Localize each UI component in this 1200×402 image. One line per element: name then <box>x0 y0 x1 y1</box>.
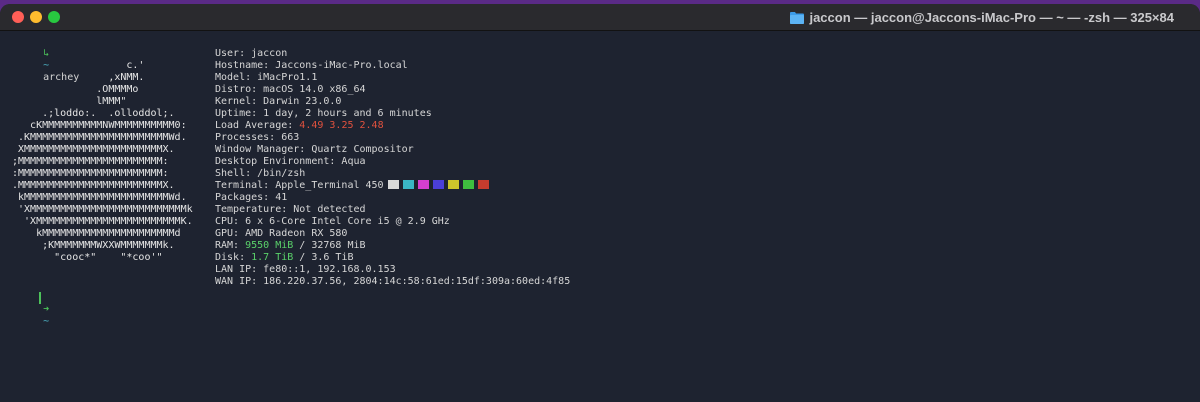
disk-total: / 3.6 TiB <box>293 252 354 263</box>
logo-line: .MMMMMMMMMMMMMMMMMMMMMMMMX. <box>12 180 175 191</box>
logo-line: c.' <box>12 60 145 71</box>
zoom-button[interactable] <box>48 11 60 23</box>
info-shell: Shell: /bin/zsh <box>215 168 306 179</box>
text-cursor[interactable] <box>39 292 41 304</box>
load-label: Load Average: <box>215 120 300 131</box>
info-distro: Distro: macOS 14.0 x86_64 <box>215 84 366 95</box>
terminal-label: Terminal: Apple_Terminal 450 <box>215 180 384 191</box>
logo-line: lMMM" <box>12 96 127 107</box>
logo-line: .KMMMMMMMMMMMMMMMMMMMMMMMWd. <box>12 132 187 143</box>
color-swatch <box>447 180 459 189</box>
minimize-button[interactable] <box>30 11 42 23</box>
ram-label: RAM: <box>215 240 246 251</box>
logo-line: .OMMMMo <box>12 84 139 95</box>
info-model: Model: iMacPro1.1 <box>215 72 318 83</box>
logo-line: "cooc*" "*coo'" <box>12 252 163 263</box>
info-ram: RAM: 9550 MiB / 32768 MiB <box>215 240 366 252</box>
prompt-cwd: ~ <box>43 316 50 327</box>
info-load-average: Load Average: 4.49 3.25 2.48 <box>215 120 384 132</box>
color-palette <box>384 180 489 191</box>
logo-line: .;loddo:. .olloddol;. <box>12 108 175 119</box>
prompt-line[interactable]: ➜ ~ <box>7 292 49 340</box>
color-swatch <box>417 180 429 189</box>
info-temperature: Temperature: Not detected <box>215 204 366 215</box>
window-title-wrap: jaccon — jaccon@Jaccons-iMac-Pro — ~ — -… <box>790 9 1174 25</box>
close-button[interactable] <box>12 11 24 23</box>
color-swatch <box>477 180 489 189</box>
disk-used: 1.7 TiB <box>251 252 294 263</box>
info-gpu: GPU: AMD Radeon RX 580 <box>215 228 348 239</box>
logo-line: cKMMMMMMMMMMNWMMMMMMMMMM0: <box>12 120 187 131</box>
prompt-arrow-icon: ➜ <box>43 304 50 315</box>
info-lan-ip: LAN IP: fe80::1, 192.168.0.153 <box>215 264 396 275</box>
info-window-manager: Window Manager: Quartz Compositor <box>215 144 414 155</box>
load-values: 4.49 3.25 2.48 <box>299 120 384 131</box>
prompt-arrow-icon: ↳ <box>43 48 50 59</box>
info-wan-ip: WAN IP: 186.220.37.56, 2804:14c:58:61ed:… <box>215 276 571 287</box>
logo-line: ,xNMM. <box>12 72 145 83</box>
logo-line: :MMMMMMMMMMMMMMMMMMMMMMMM: <box>12 168 169 179</box>
terminal-content[interactable]: ↳ ~ archey c.' ,xNMM. .OMMMMo lMMM" .;lo… <box>0 30 1200 402</box>
info-uptime: Uptime: 1 day, 2 hours and 6 minutes <box>215 108 432 119</box>
disk-label: Disk: <box>215 252 252 263</box>
ram-used: 9550 MiB <box>245 240 294 251</box>
title-bar[interactable]: jaccon — jaccon@Jaccons-iMac-Pro — ~ — -… <box>0 4 1200 31</box>
info-user: User: jaccon <box>215 48 288 59</box>
logo-line: XMMMMMMMMMMMMMMMMMMMMMMMX. <box>12 144 175 155</box>
folder-icon <box>790 11 805 24</box>
logo-line: kMMMMMMMMMMMMMMMMMMMMMMMMWd. <box>12 192 187 203</box>
window-title: jaccon — jaccon@Jaccons-iMac-Pro — ~ — -… <box>809 9 1174 25</box>
logo-line: 'XMMMMMMMMMMMMMMMMMMMMMMMMK. <box>12 216 193 227</box>
info-kernel: Kernel: Darwin 23.0.0 <box>215 96 342 107</box>
logo-line: kMMMMMMMMMMMMMMMMMMMMMMd <box>12 228 181 239</box>
logo-line: ;MMMMMMMMMMMMMMMMMMMMMMMM: <box>12 156 169 167</box>
info-disk: Disk: 1.7 TiB / 3.6 TiB <box>215 252 354 264</box>
color-swatch <box>432 180 444 189</box>
info-cpu: CPU: 6 x 6-Core Intel Core i5 @ 2.9 GHz <box>215 216 450 227</box>
color-swatch <box>462 180 474 189</box>
terminal-window: jaccon — jaccon@Jaccons-iMac-Pro — ~ — -… <box>0 4 1200 402</box>
logo-line: 'XMMMMMMMMMMMMMMMMMMMMMMMMMMk <box>12 204 193 215</box>
logo-line: ;KMMMMMMMWXXWMMMMMMMk. <box>12 240 175 251</box>
info-desktop-environment: Desktop Environment: Aqua <box>215 156 366 167</box>
info-processes: Processes: 663 <box>215 132 300 143</box>
color-swatch <box>387 180 399 189</box>
ram-total: / 32768 MiB <box>293 240 366 251</box>
color-swatch <box>402 180 414 189</box>
info-terminal: Terminal: Apple_Terminal 450 <box>215 180 489 192</box>
info-packages: Packages: 41 <box>215 192 288 203</box>
info-hostname: Hostname: Jaccons-iMac-Pro.local <box>215 60 408 71</box>
